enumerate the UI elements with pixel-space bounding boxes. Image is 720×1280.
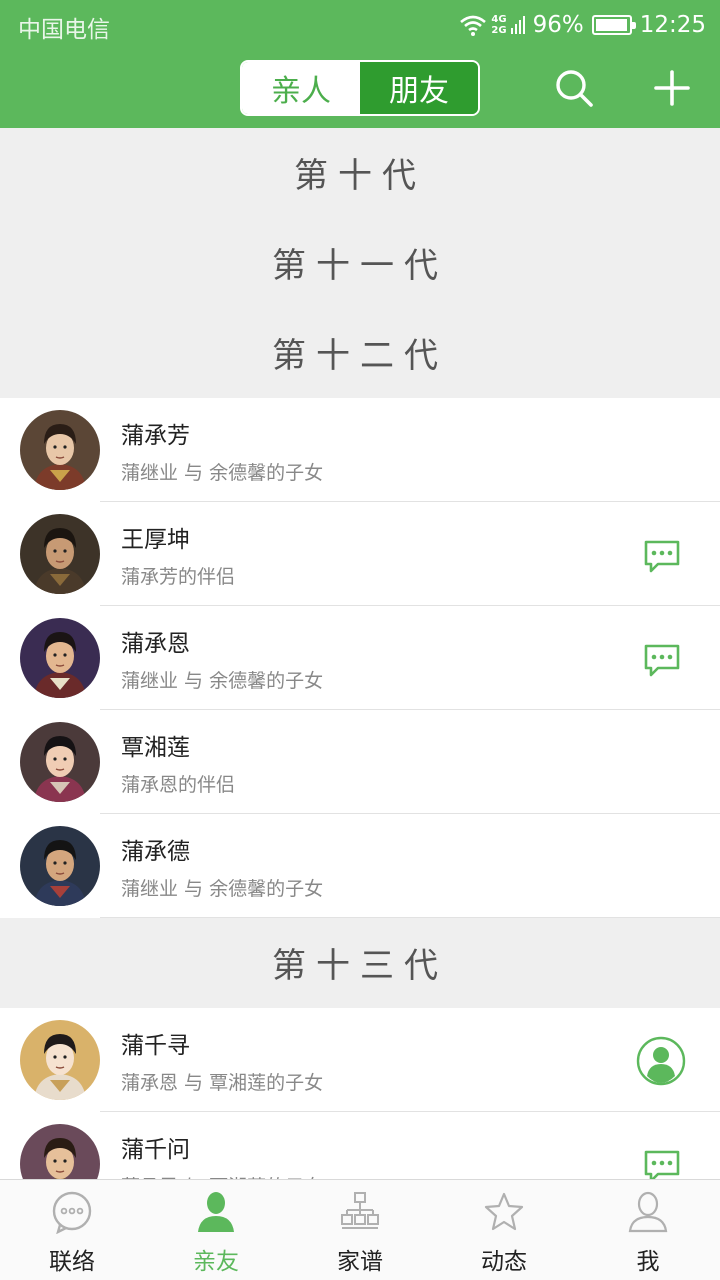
tab-genealogy[interactable]: 家谱 — [288, 1180, 432, 1280]
battery-icon — [591, 15, 636, 35]
family-member-list[interactable]: 第十代 第十一代 第十二代 蒲承芳 蒲继业 与 余德馨的子女 王厚坤 蒲承芳的伴侣 — [0, 128, 720, 1179]
status-bar: 中国电信 4G 2G 96% 12:25 — [0, 0, 720, 50]
member-row[interactable]: 蒲千寻 蒲承恩 与 覃湘莲的子女 — [0, 1008, 720, 1112]
signal-indicators: 4G 2G — [459, 14, 525, 36]
tab-relatives[interactable]: 亲友 — [144, 1180, 288, 1280]
member-name: 覃湘莲 — [121, 735, 190, 761]
member-relation: 蒲承恩 与 覃湘莲的子女 — [121, 1072, 324, 1094]
generation-header[interactable]: 第十三代 — [0, 918, 720, 1007]
member-row[interactable]: 蒲千问 蒲承恩 与 覃湘莲的子女 — [0, 1112, 720, 1179]
member-name: 蒲承恩 — [121, 631, 190, 657]
generation-header[interactable]: 第十代 — [0, 128, 720, 217]
generation-header[interactable]: 第十一代 — [0, 218, 720, 307]
add-button[interactable] — [650, 66, 694, 110]
tab-label: 动态 — [481, 1249, 527, 1275]
avatar[interactable] — [20, 618, 100, 698]
plus-icon — [654, 70, 690, 106]
profile-icon[interactable] — [636, 1036, 686, 1086]
tab-label: 联络 — [49, 1249, 95, 1275]
tab-label: 家谱 — [337, 1249, 383, 1275]
user-icon — [626, 1190, 670, 1234]
message-icon[interactable] — [642, 1146, 682, 1179]
avatar[interactable] — [20, 826, 100, 906]
avatar[interactable] — [20, 514, 100, 594]
member-name: 蒲承芳 — [121, 423, 190, 449]
member-name: 蒲千问 — [121, 1137, 190, 1163]
avatar[interactable] — [20, 1124, 100, 1179]
member-row[interactable]: 蒲承芳 蒲继业 与 余德馨的子女 — [0, 398, 720, 502]
member-relation: 蒲承恩的伴侣 — [121, 774, 236, 796]
member-name: 蒲千寻 — [121, 1033, 190, 1059]
member-row[interactable]: 覃湘莲 蒲承恩的伴侣 — [0, 710, 720, 814]
tab-label: 我 — [636, 1249, 660, 1275]
bottom-tab-bar: 联络 亲友 家谱 动态 我 — [0, 1179, 720, 1280]
star-icon — [482, 1190, 526, 1234]
member-relation: 蒲承芳的伴侣 — [121, 566, 236, 588]
search-button[interactable] — [552, 66, 596, 110]
avatar[interactable] — [20, 1020, 100, 1100]
search-icon — [556, 70, 593, 107]
member-name: 王厚坤 — [121, 527, 190, 553]
member-relation: 蒲承恩 与 覃湘莲的子女 — [121, 1172, 323, 1179]
person-icon — [194, 1190, 238, 1234]
member-relation: 蒲继业 与 余德馨的子女 — [121, 878, 324, 900]
message-icon[interactable] — [642, 640, 682, 680]
avatar[interactable] — [20, 722, 100, 802]
row-divider — [100, 917, 720, 918]
signal-bars-icon — [510, 16, 525, 34]
relation-segment-control: 亲人 朋友 — [240, 60, 480, 116]
wifi-icon — [460, 15, 487, 36]
generation-header[interactable]: 第十二代 — [0, 308, 720, 397]
member-row[interactable]: 蒲承德 蒲继业 与 余德馨的子女 — [0, 814, 720, 918]
battery-percent: 96% — [532, 12, 584, 38]
tab-me[interactable]: 我 — [576, 1180, 720, 1280]
tab-contacts[interactable]: 联络 — [0, 1180, 144, 1280]
avatar[interactable] — [20, 410, 100, 490]
battery-level — [595, 19, 627, 31]
network-type: 4G 2G — [491, 14, 507, 36]
tab-relatives[interactable]: 亲人 — [242, 62, 360, 114]
member-name: 蒲承德 — [121, 839, 190, 865]
tab-label: 亲友 — [193, 1249, 239, 1275]
member-row[interactable]: 王厚坤 蒲承芳的伴侣 — [0, 502, 720, 606]
member-relation: 蒲继业 与 余德馨的子女 — [121, 462, 324, 484]
clock: 12:25 — [639, 12, 706, 38]
carrier-name: 中国电信 — [18, 17, 110, 43]
family-tree-icon — [338, 1190, 382, 1234]
member-relation: 蒲继业 与 余德馨的子女 — [121, 670, 324, 692]
app-header: 中国电信 4G 2G 96% 12:25 亲人 朋友 — [0, 0, 720, 128]
message-icon[interactable] — [642, 536, 682, 576]
status-indicators: 4G 2G 96% 12:25 — [459, 10, 706, 40]
tab-friends[interactable]: 朋友 — [360, 62, 478, 114]
chat-bubble-icon — [50, 1190, 94, 1235]
tab-moments[interactable]: 动态 — [432, 1180, 576, 1280]
member-row[interactable]: 蒲承恩 蒲继业 与 余德馨的子女 — [0, 606, 720, 710]
